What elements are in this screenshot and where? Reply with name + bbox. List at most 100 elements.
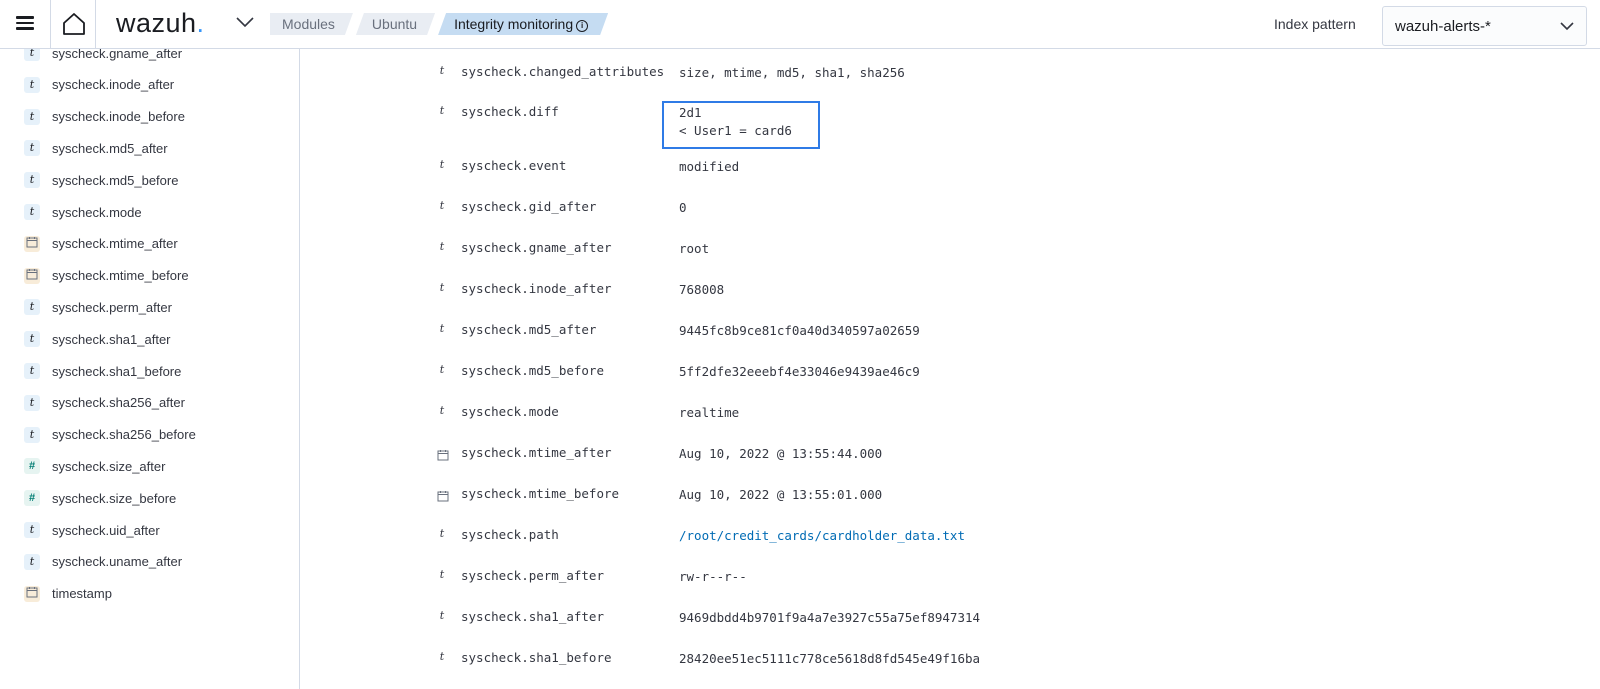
index-pattern-select[interactable]: wazuh-alerts-* [1382, 6, 1587, 46]
string-type-icon: t [439, 527, 445, 540]
field-value: rw-r--r-- [679, 569, 747, 584]
sidebar-field-item[interactable]: t syscheck.sha1_before [24, 360, 181, 382]
chevron-down-icon[interactable] [236, 16, 254, 28]
field-value: Aug 10, 2022 @ 13:55:44.000 [679, 446, 883, 461]
field-name: syscheck.md5_before [461, 363, 604, 378]
string-type-icon: t [24, 522, 40, 538]
wazuh-logo[interactable]: wazuh. [116, 8, 205, 39]
string-type-icon: t [24, 108, 40, 125]
chevron-down-icon [1560, 22, 1574, 31]
sidebar-field-label: syscheck.inode_before [52, 109, 185, 125]
field-value: modified [679, 159, 740, 174]
home-icon [63, 13, 85, 35]
diff-highlight-box [662, 101, 820, 149]
field-name: syscheck.path [461, 527, 559, 542]
sidebar-field-label: syscheck.inode_after [52, 77, 175, 93]
sidebar-field-item[interactable]: # syscheck.size_before [24, 487, 176, 509]
field-value: Aug 10, 2022 @ 13:55:01.000 [679, 487, 883, 502]
info-icon[interactable]: i [576, 20, 588, 32]
field-name: syscheck.inode_after [461, 281, 612, 296]
field-name: syscheck.perm_after [461, 568, 604, 583]
sidebar-field-item[interactable]: t syscheck.gname_after [24, 49, 182, 64]
sidebar-field-label: syscheck.md5_after [52, 140, 168, 156]
string-type-icon: t [439, 609, 445, 622]
string-type-icon: t [439, 281, 445, 294]
document-detail-panel: t syscheck.changed_attributes size, mtime,… [300, 49, 1600, 689]
sidebar-field-label: syscheck.uname_after [52, 554, 183, 570]
calendar-icon [437, 448, 449, 466]
sidebar-field-label: syscheck.sha256_before [52, 427, 196, 443]
sidebar-field-item[interactable]: # syscheck.size_after [24, 455, 165, 477]
sidebar-field-item[interactable]: syscheck.mtime_after [24, 233, 178, 255]
string-type-icon: t [24, 204, 40, 220]
sidebar-field-item[interactable]: t syscheck.inode_before [24, 106, 185, 128]
hamburger-menu-icon[interactable] [14, 13, 36, 35]
field-name: syscheck.md5_after [461, 322, 597, 337]
string-type-icon: t [439, 568, 445, 581]
sidebar-field-label: syscheck.size_before [52, 490, 177, 506]
field-value: 9469dbdd4b9701f9a4a7e3927c55a75ef8947314 [679, 610, 981, 625]
sidebar-field-label: syscheck.sha256_after [52, 395, 185, 411]
sidebar-field-item[interactable]: t syscheck.sha1_after [24, 328, 171, 350]
string-type-icon: t [439, 240, 445, 253]
sidebar-field-label: syscheck.perm_after [52, 299, 172, 315]
field-name: syscheck.gname_after [461, 240, 612, 255]
date-type-icon [24, 267, 40, 284]
sidebar-field-item[interactable]: t syscheck.md5_before [24, 169, 178, 191]
sidebar-field-item[interactable]: t syscheck.perm_after [24, 296, 172, 318]
string-type-icon: t [439, 199, 445, 212]
field-value: realtime [679, 405, 740, 420]
string-type-icon: t [439, 158, 445, 171]
date-type-icon [24, 235, 40, 252]
field-value-link[interactable]: /root/credit_cards/cardholder_data.txt [679, 527, 965, 545]
sidebar-field-item[interactable]: t syscheck.mode [24, 201, 142, 223]
breadcrumb-ubuntu[interactable]: Ubuntu [356, 13, 435, 35]
string-type-icon: t [439, 650, 445, 663]
breadcrumb-label: Modules [282, 16, 335, 32]
sidebar-field-item[interactable]: t syscheck.uname_after [24, 551, 182, 573]
string-type-icon: t [439, 363, 445, 376]
number-type-icon: # [24, 458, 40, 475]
field-value: 5ff2dfe32eeebf4e33046e9439ae46c9 [679, 364, 920, 379]
sidebar-field-label: syscheck.mtime_after [52, 236, 178, 252]
breadcrumb-label: Ubuntu [371, 16, 418, 32]
top-navigation-bar: wazuh. Modules Ubuntu Integrity monitori… [0, 0, 1600, 49]
field-name: syscheck.changed_attributes [461, 64, 665, 79]
string-type-icon: t [24, 553, 40, 570]
index-pattern-value: wazuh-alerts-* [1395, 18, 1491, 35]
field-name: syscheck.mode [461, 404, 559, 419]
sidebar-field-label: syscheck.size_after [52, 458, 166, 474]
number-type-icon: # [24, 490, 40, 507]
sidebar-field-item[interactable]: t syscheck.inode_after [24, 74, 174, 96]
string-type-icon: t [24, 140, 40, 157]
string-type-icon: t [439, 64, 445, 77]
sidebar-field-label: syscheck.md5_before [52, 172, 179, 188]
sidebar-field-item[interactable]: t syscheck.sha256_after [24, 392, 185, 414]
field-value: 768008 [679, 282, 725, 297]
field-name: syscheck.sha1_after [461, 609, 604, 624]
string-type-icon: t [24, 76, 40, 93]
string-type-icon: t [24, 299, 40, 316]
sidebar-field-item[interactable]: syscheck.mtime_before [24, 265, 189, 287]
breadcrumb-modules[interactable]: Modules [270, 13, 353, 35]
field-value: size, mtime, md5, sha1, sha256 [679, 65, 905, 80]
string-type-icon: t [439, 322, 445, 335]
sidebar-field-item[interactable]: t syscheck.uid_after [24, 519, 160, 541]
string-type-icon: t [24, 394, 40, 411]
home-button[interactable] [50, 0, 96, 48]
sidebar-field-item[interactable]: t syscheck.sha256_before [24, 424, 196, 446]
field-name: syscheck.mtime_after [461, 445, 612, 460]
breadcrumb-integrity-monitoring: Integrity monitoring i [438, 13, 608, 35]
sidebar-field-label: syscheck.sha1_after [52, 331, 171, 347]
breadcrumb: Modules Ubuntu Integrity monitoring i [270, 13, 611, 35]
string-type-icon: t [439, 104, 445, 117]
string-type-icon: t [24, 363, 40, 379]
breadcrumb-label: Integrity monitoring [454, 16, 574, 32]
index-pattern-label: Index pattern [1274, 16, 1356, 32]
sidebar-field-item[interactable]: timestamp [24, 583, 112, 605]
logo-text: wazuh [116, 8, 197, 38]
sidebar-field-label: timestamp [52, 586, 112, 602]
sidebar-field-item[interactable]: t syscheck.md5_after [24, 137, 168, 159]
string-type-icon: t [24, 426, 40, 443]
string-type-icon: t [24, 49, 40, 61]
